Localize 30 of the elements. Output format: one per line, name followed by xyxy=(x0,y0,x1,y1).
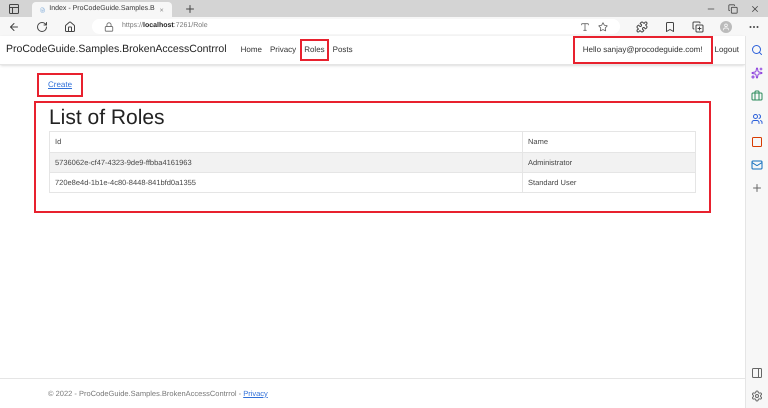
home-icon[interactable] xyxy=(64,20,76,32)
user-greeting: Hello sanjay@procodeguide.com! xyxy=(574,38,711,62)
sparkle-icon[interactable] xyxy=(751,67,763,79)
nav-link[interactable]: Privacy xyxy=(268,41,298,59)
favorite-icon[interactable] xyxy=(598,22,608,32)
back-icon[interactable] xyxy=(8,20,20,32)
nav-link[interactable]: Posts xyxy=(330,41,355,59)
reload-icon[interactable] xyxy=(36,20,48,32)
people-icon[interactable] xyxy=(751,113,763,125)
restore-icon[interactable] xyxy=(728,4,738,14)
create-link[interactable]: Create xyxy=(39,75,82,95)
settings-icon[interactable] xyxy=(751,390,763,402)
collections-icon[interactable] xyxy=(692,20,704,32)
logout-link[interactable]: Logout xyxy=(714,44,739,56)
mail-icon[interactable] xyxy=(751,159,763,171)
add-icon[interactable] xyxy=(751,182,763,194)
nav-link[interactable]: Roles xyxy=(302,41,327,59)
favorites-icon[interactable] xyxy=(664,20,676,32)
brand-link[interactable]: ProCodeGuide.Samples.BrokenAccessContrrol xyxy=(6,42,227,58)
close-icon[interactable] xyxy=(750,4,760,14)
briefcase-icon[interactable] xyxy=(751,90,763,102)
nav-link[interactable]: Home xyxy=(238,41,264,59)
lock-icon xyxy=(104,22,114,32)
sidebar-toggle-icon[interactable] xyxy=(751,367,763,379)
search-icon[interactable] xyxy=(751,44,763,56)
page-title: List of Roles xyxy=(49,105,166,131)
tabs-icon[interactable] xyxy=(8,2,20,14)
new-tab-icon[interactable] xyxy=(184,2,196,14)
extensions-icon[interactable] xyxy=(636,20,648,32)
page-icon xyxy=(40,4,46,14)
